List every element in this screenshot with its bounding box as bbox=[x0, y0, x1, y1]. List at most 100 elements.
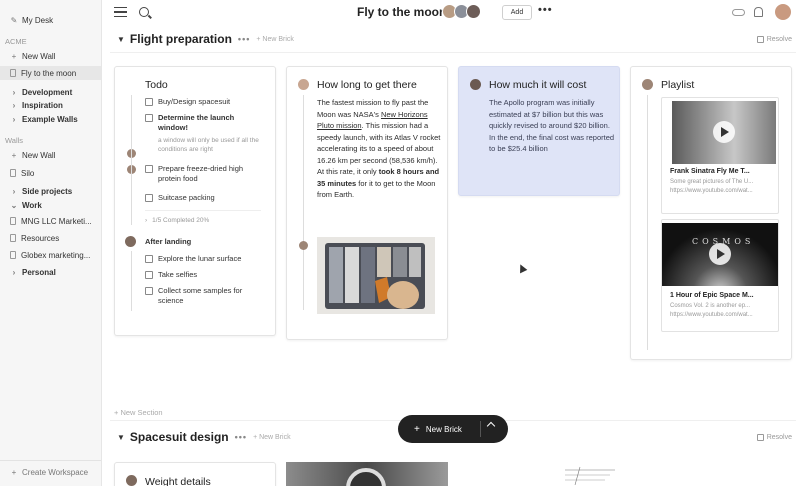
new-section-link[interactable]: + New Section bbox=[114, 408, 163, 417]
resolve-toggle[interactable]: Resolve bbox=[756, 36, 792, 43]
brick-title: How long to get there bbox=[317, 79, 417, 91]
sidebar-item-label: My Desk bbox=[22, 15, 54, 25]
new-brick-link[interactable]: + New Brick bbox=[256, 36, 294, 43]
brick-text: The fastest mission to fly past the Moon… bbox=[317, 98, 441, 199]
video-thumbnail[interactable] bbox=[672, 101, 776, 164]
todo-item[interactable]: Prepare freeze-dried high protein food bbox=[145, 164, 265, 184]
chevron-up-icon[interactable] bbox=[486, 421, 496, 431]
sidebar-my-desk[interactable]: ✎ My Desk bbox=[0, 13, 101, 27]
brick-todo[interactable]: Todo Buy/Design spacesuit Determine the … bbox=[114, 66, 276, 336]
chevron-right-icon: › bbox=[12, 100, 16, 110]
sidebar-item-inspiration[interactable]: › Inspiration bbox=[0, 98, 101, 112]
sketch-image[interactable] bbox=[560, 465, 620, 486]
more-options-icon[interactable]: ••• bbox=[538, 4, 553, 16]
plus-icon: + bbox=[11, 51, 17, 61]
sidebar-item-globex[interactable]: Globex marketing... bbox=[0, 248, 101, 262]
completed-progress[interactable]: › 1/5 Completed 20% bbox=[145, 216, 209, 226]
video-embed[interactable]: COSMOS 1 Hour of Epic Space M... Cosmos … bbox=[661, 219, 779, 332]
video-url[interactable]: https://www.youtube.com/wat... bbox=[670, 312, 753, 318]
checkbox[interactable] bbox=[145, 287, 153, 295]
section-title[interactable]: Spacesuit design bbox=[130, 430, 229, 444]
checkbox-icon[interactable] bbox=[756, 36, 764, 43]
top-bar: Fly to the moon Add ••• bbox=[102, 0, 800, 26]
sidebar-item-development[interactable]: › Development bbox=[0, 85, 101, 99]
mouse-cursor bbox=[516, 262, 528, 274]
add-button[interactable]: Add bbox=[502, 5, 532, 20]
todo-item[interactable]: Suitcase packing bbox=[145, 193, 215, 203]
suitcase-illustration bbox=[325, 243, 425, 309]
sidebar-item-personal[interactable]: › Personal bbox=[0, 265, 101, 279]
spacesuit-image[interactable] bbox=[286, 462, 448, 486]
checkbox[interactable] bbox=[145, 255, 153, 263]
section-more-icon[interactable]: ••• bbox=[235, 432, 247, 442]
todo-item[interactable]: Determine the launch window! bbox=[145, 113, 265, 133]
sidebar-item-example-walls[interactable]: › Example Walls bbox=[0, 112, 101, 126]
todo-item[interactable]: Explore the lunar surface bbox=[145, 254, 241, 264]
sidebar-item-mng[interactable]: MNG LLC Marketi... bbox=[0, 214, 101, 228]
avatar bbox=[125, 236, 136, 247]
brick-title: How much it will cost bbox=[489, 79, 587, 91]
video-url[interactable]: https://www.youtube.com/wat... bbox=[670, 188, 753, 194]
wall-icon bbox=[10, 217, 16, 225]
section-more-icon[interactable]: ••• bbox=[238, 34, 250, 44]
checkbox-icon[interactable] bbox=[756, 434, 764, 441]
video-description: Cosmos Vol. 2 is another ep... bbox=[670, 303, 751, 309]
todo-note: a window will only be used if all the co… bbox=[158, 137, 259, 153]
chevron-down-icon[interactable]: ▼ bbox=[117, 433, 125, 442]
sidebar-item-silo[interactable]: Silo bbox=[0, 166, 101, 180]
brick-text: The Apollo program was initially estimat… bbox=[489, 98, 615, 153]
sidebar-new-wall[interactable]: + New Wall bbox=[0, 49, 101, 63]
play-icon[interactable] bbox=[713, 121, 735, 143]
divider bbox=[145, 210, 261, 211]
sidebar-new-wall-2[interactable]: + New Wall bbox=[0, 148, 101, 162]
chevron-right-icon: › bbox=[12, 186, 16, 196]
wall-icon bbox=[10, 251, 16, 259]
sidebar-item-resources[interactable]: Resources bbox=[0, 231, 101, 245]
checkbox[interactable] bbox=[145, 194, 153, 202]
thread-line bbox=[303, 95, 304, 310]
checkbox[interactable] bbox=[145, 98, 153, 106]
walls-heading: Walls bbox=[5, 135, 24, 145]
bell-icon[interactable] bbox=[754, 7, 763, 17]
sidebar-item-side-projects[interactable]: › Side projects bbox=[0, 184, 101, 198]
workspace-heading: ACME bbox=[5, 36, 27, 46]
pen-icon: ✎ bbox=[10, 15, 18, 25]
brick-weight-details[interactable]: Weight details bbox=[114, 462, 276, 486]
section-title[interactable]: Flight preparation bbox=[130, 32, 232, 46]
new-brick-button[interactable]: + New Brick bbox=[398, 415, 508, 443]
user-avatar[interactable] bbox=[775, 4, 791, 20]
resolve-toggle[interactable]: Resolve bbox=[756, 434, 792, 441]
new-brick-link[interactable]: + New Brick bbox=[253, 434, 291, 441]
video-embed[interactable]: Frank Sinatra Fly Me T... Some great pic… bbox=[661, 97, 779, 214]
collaborator-avatars[interactable] bbox=[442, 4, 481, 19]
brick-how-long[interactable]: How long to get there The fastest missio… bbox=[286, 66, 448, 340]
helmet-illustration bbox=[346, 468, 386, 486]
search-icon[interactable] bbox=[139, 7, 149, 17]
todo-item[interactable]: Buy/Design spacesuit bbox=[145, 97, 230, 107]
todo-item[interactable]: Take selfies bbox=[145, 270, 197, 280]
checkbox[interactable] bbox=[145, 271, 153, 279]
brick-how-much[interactable]: How much it will cost The Apollo program… bbox=[458, 66, 620, 196]
cloud-sync-icon[interactable] bbox=[732, 9, 745, 16]
checkbox[interactable] bbox=[145, 114, 153, 122]
chevron-down-icon: ⌄ bbox=[10, 200, 18, 210]
sidebar-item-fly-to-the-moon[interactable]: Fly to the moon bbox=[0, 66, 101, 80]
brick-playlist[interactable]: Playlist Frank Sinatra Fly Me T... Some … bbox=[630, 66, 792, 360]
plus-icon: + bbox=[11, 467, 17, 477]
avatar[interactable] bbox=[466, 4, 481, 19]
play-icon[interactable] bbox=[709, 243, 731, 265]
video-title[interactable]: 1 Hour of Epic Space M... bbox=[670, 292, 754, 299]
create-workspace-button[interactable]: + Create Workspace bbox=[0, 465, 101, 479]
chevron-down-icon[interactable]: ▼ bbox=[117, 35, 125, 44]
suitcase-image[interactable] bbox=[317, 237, 435, 314]
page-title: Fly to the moon bbox=[357, 5, 447, 19]
menu-icon[interactable] bbox=[114, 7, 127, 17]
todo-item[interactable]: Collect some samples for science bbox=[145, 286, 263, 306]
video-thumbnail[interactable]: COSMOS bbox=[662, 223, 778, 286]
video-title[interactable]: Frank Sinatra Fly Me T... bbox=[670, 168, 750, 175]
brick-title: Todo bbox=[145, 79, 168, 91]
brick-title: Weight details bbox=[145, 476, 211, 486]
checkbox[interactable] bbox=[145, 165, 153, 173]
thread-line bbox=[647, 95, 648, 350]
sidebar-item-work[interactable]: ⌄ Work bbox=[0, 198, 101, 212]
